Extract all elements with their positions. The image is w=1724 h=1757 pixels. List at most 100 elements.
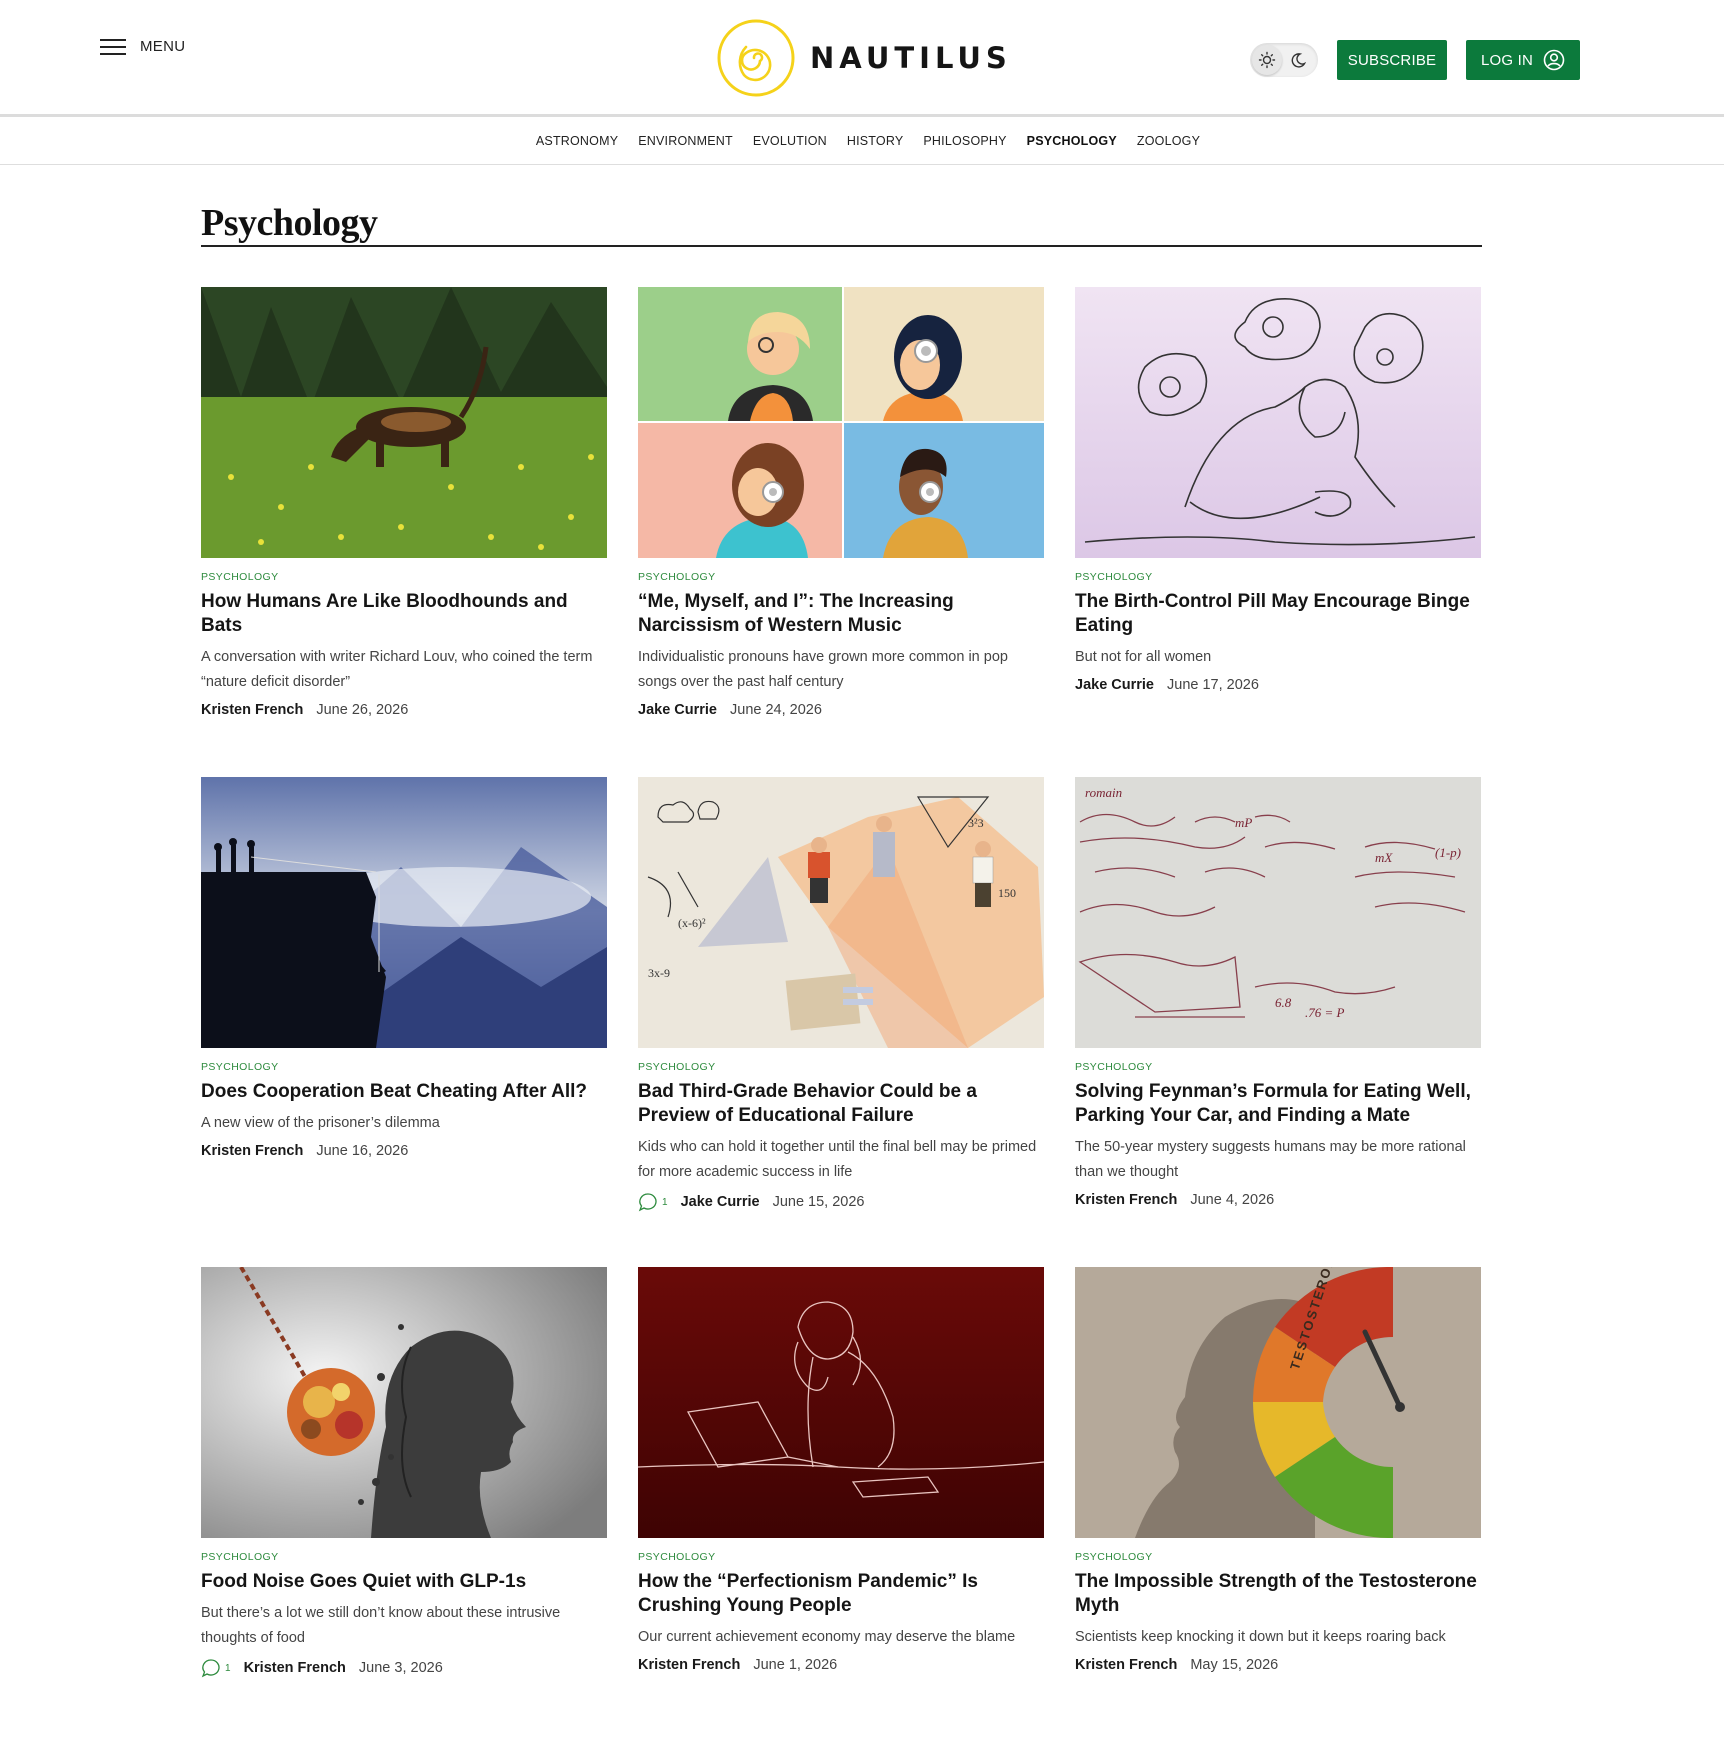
article-image-testosterone[interactable]: TESTOSTERONE — [1075, 1267, 1481, 1538]
comment-count: 1 — [225, 1662, 231, 1674]
article-author[interactable]: Jake Currie — [638, 702, 717, 718]
user-account-icon — [1543, 49, 1565, 71]
article-meta: Kristen French June 4, 2026 — [1075, 1192, 1481, 1208]
article-title[interactable]: How Humans Are Like Bloodhounds and Bats — [201, 590, 607, 638]
article-card: PSYCHOLOGY How the “Perfectionism Pandem… — [638, 1267, 1044, 1757]
article-image-food-noise[interactable] — [201, 1267, 607, 1538]
article-title[interactable]: The Impossible Strength of the Testoster… — [1075, 1570, 1481, 1618]
article-date: June 3, 2026 — [358, 1660, 443, 1676]
article-image-cliff[interactable] — [201, 777, 607, 1048]
article-card: PSYCHOLOGY “Me, Myself, and I”: The Incr… — [638, 287, 1044, 777]
article-dek: Individualistic pronouns have grown more… — [638, 649, 1008, 690]
article-card: PSYCHOLOGY Food Noise Goes Quiet with GL… — [201, 1267, 607, 1757]
topic-psychology[interactable]: PSYCHOLOGY — [1027, 134, 1117, 148]
article-dek: Our current achievement economy may dese… — [638, 1629, 1016, 1645]
article-card: TESTOSTERONE PSYCHOLOGY The Impossible S… — [1075, 1267, 1481, 1757]
svg-text:romain: romain — [1085, 785, 1122, 800]
article-title[interactable]: Does Cooperation Beat Cheating After All… — [201, 1080, 607, 1104]
svg-text:150: 150 — [998, 886, 1016, 900]
comment-bubble-icon — [638, 1193, 657, 1212]
menu-button[interactable]: MENU — [100, 38, 185, 55]
moon-icon — [1290, 52, 1306, 68]
svg-text:(1-p): (1-p) — [1435, 845, 1461, 860]
topic-history[interactable]: HISTORY — [847, 134, 904, 148]
menu-label: MENU — [140, 38, 186, 55]
article-meta: 1 Jake Currie June 15, 2026 — [638, 1192, 1044, 1212]
article-dek: The 50-year mystery suggests humans may … — [1075, 1139, 1466, 1180]
article-author[interactable]: Kristen French — [638, 1657, 740, 1673]
page-title-section: Psychology — [201, 203, 1482, 247]
subscribe-label: SUBSCRIBE — [1347, 51, 1437, 69]
article-meta: Kristen French June 16, 2026 — [201, 1143, 607, 1159]
article-category[interactable]: PSYCHOLOGY — [201, 1061, 607, 1073]
article-meta: Kristen French June 26, 2026 — [201, 702, 607, 718]
article-dek: A new view of the prisoner’s dilemma — [201, 1115, 440, 1131]
topic-zoology[interactable]: ZOOLOGY — [1137, 134, 1200, 148]
topic-evolution[interactable]: EVOLUTION — [753, 134, 827, 148]
article-author[interactable]: Kristen French — [244, 1660, 346, 1676]
article-image-formulas[interactable]: romain mP mX (1-p) .76 = P 6.8 — [1075, 777, 1481, 1048]
article-dek: But there’s a lot we still don’t know ab… — [201, 1605, 561, 1646]
article-title[interactable]: Bad Third-Grade Behavior Could be a Prev… — [638, 1080, 1044, 1128]
topic-astronomy[interactable]: ASTRONOMY — [536, 134, 618, 148]
article-author[interactable]: Kristen French — [201, 702, 303, 718]
article-category[interactable]: PSYCHOLOGY — [638, 1061, 1044, 1073]
article-card: PSYCHOLOGY Does Cooperation Beat Cheatin… — [201, 777, 607, 1267]
article-author[interactable]: Kristen French — [201, 1143, 303, 1159]
article-title[interactable]: The Birth-Control Pill May Encourage Bin… — [1075, 590, 1481, 638]
article-category[interactable]: PSYCHOLOGY — [201, 571, 607, 583]
topic-philosophy[interactable]: PHILOSOPHY — [923, 134, 1006, 148]
article-author[interactable]: Jake Currie — [681, 1194, 760, 1210]
hamburger-icon — [100, 38, 126, 55]
article-dek: Kids who can hold it together until the … — [638, 1139, 1037, 1180]
brand-name: NAUTILUS — [810, 41, 1012, 75]
article-date: June 26, 2026 — [316, 702, 409, 718]
article-image-headphones[interactable] — [638, 287, 1044, 558]
article-title[interactable]: How the “Perfectionism Pandemic” Is Crus… — [638, 1570, 1044, 1618]
comments-link[interactable]: 1 — [638, 1192, 668, 1212]
login-button[interactable]: LOG IN — [1466, 40, 1580, 80]
article-image-bloodhound[interactable] — [201, 287, 607, 558]
article-card: romain mP mX (1-p) .76 = P 6.8 PSYCHOLOGY So… — [1075, 777, 1481, 1267]
theme-toggle[interactable] — [1250, 43, 1318, 77]
article-meta: Jake Currie June 17, 2026 — [1075, 677, 1481, 693]
comments-link[interactable]: 1 — [201, 1658, 231, 1678]
svg-text:.76 = P: .76 = P — [1305, 1005, 1345, 1020]
subscribe-button[interactable]: SUBSCRIBE — [1337, 40, 1447, 80]
site-logo[interactable]: NAUTILUS — [716, 17, 1012, 99]
article-category[interactable]: PSYCHOLOGY — [1075, 571, 1481, 583]
article-date: May 15, 2026 — [1190, 1657, 1279, 1673]
article-date: June 1, 2026 — [753, 1657, 838, 1673]
article-dek: A conversation with writer Richard Louv,… — [201, 649, 593, 690]
article-image-children-collage[interactable]: 3²3 (x-6)² 3x-9 150 — [638, 777, 1044, 1048]
article-category[interactable]: PSYCHOLOGY — [638, 571, 1044, 583]
svg-text:3²3: 3²3 — [968, 816, 984, 830]
login-label: LOG IN — [1480, 51, 1534, 69]
article-author[interactable]: Jake Currie — [1075, 677, 1154, 693]
article-author[interactable]: Kristen French — [1075, 1657, 1177, 1673]
article-title[interactable]: “Me, Myself, and I”: The Increasing Narc… — [638, 590, 1044, 638]
topic-environment[interactable]: ENVIRONMENT — [638, 134, 733, 148]
sun-icon — [1252, 45, 1282, 75]
article-meta: 1 Kristen French June 3, 2026 — [201, 1658, 607, 1678]
article-card: 3²3 (x-6)² 3x-9 150 PSYCHOLOGY Bad Third-Gr… — [638, 777, 1044, 1267]
article-date: June 4, 2026 — [1190, 1192, 1275, 1208]
svg-text:mP: mP — [1235, 815, 1252, 830]
article-date: June 16, 2026 — [316, 1143, 409, 1159]
svg-text:6.8: 6.8 — [1275, 995, 1292, 1010]
article-category[interactable]: PSYCHOLOGY — [201, 1551, 607, 1563]
comment-count: 1 — [662, 1196, 668, 1208]
article-meta: Kristen French June 1, 2026 — [638, 1657, 1044, 1673]
article-image-binge-eating[interactable] — [1075, 287, 1481, 558]
article-category[interactable]: PSYCHOLOGY — [1075, 1061, 1481, 1073]
svg-text:mX: mX — [1375, 850, 1393, 865]
article-author[interactable]: Kristen French — [1075, 1192, 1177, 1208]
article-title[interactable]: Solving Feynman’s Formula for Eating Wel… — [1075, 1080, 1481, 1128]
article-category[interactable]: PSYCHOLOGY — [1075, 1551, 1481, 1563]
article-date: June 15, 2026 — [772, 1194, 865, 1210]
article-category[interactable]: PSYCHOLOGY — [638, 1551, 1044, 1563]
svg-text:3x-9: 3x-9 — [648, 966, 670, 980]
article-image-perfectionism[interactable] — [638, 1267, 1044, 1538]
article-grid: PSYCHOLOGY How Humans Are Like Bloodhoun… — [201, 287, 1483, 1757]
article-title[interactable]: Food Noise Goes Quiet with GLP-1s — [201, 1570, 607, 1594]
